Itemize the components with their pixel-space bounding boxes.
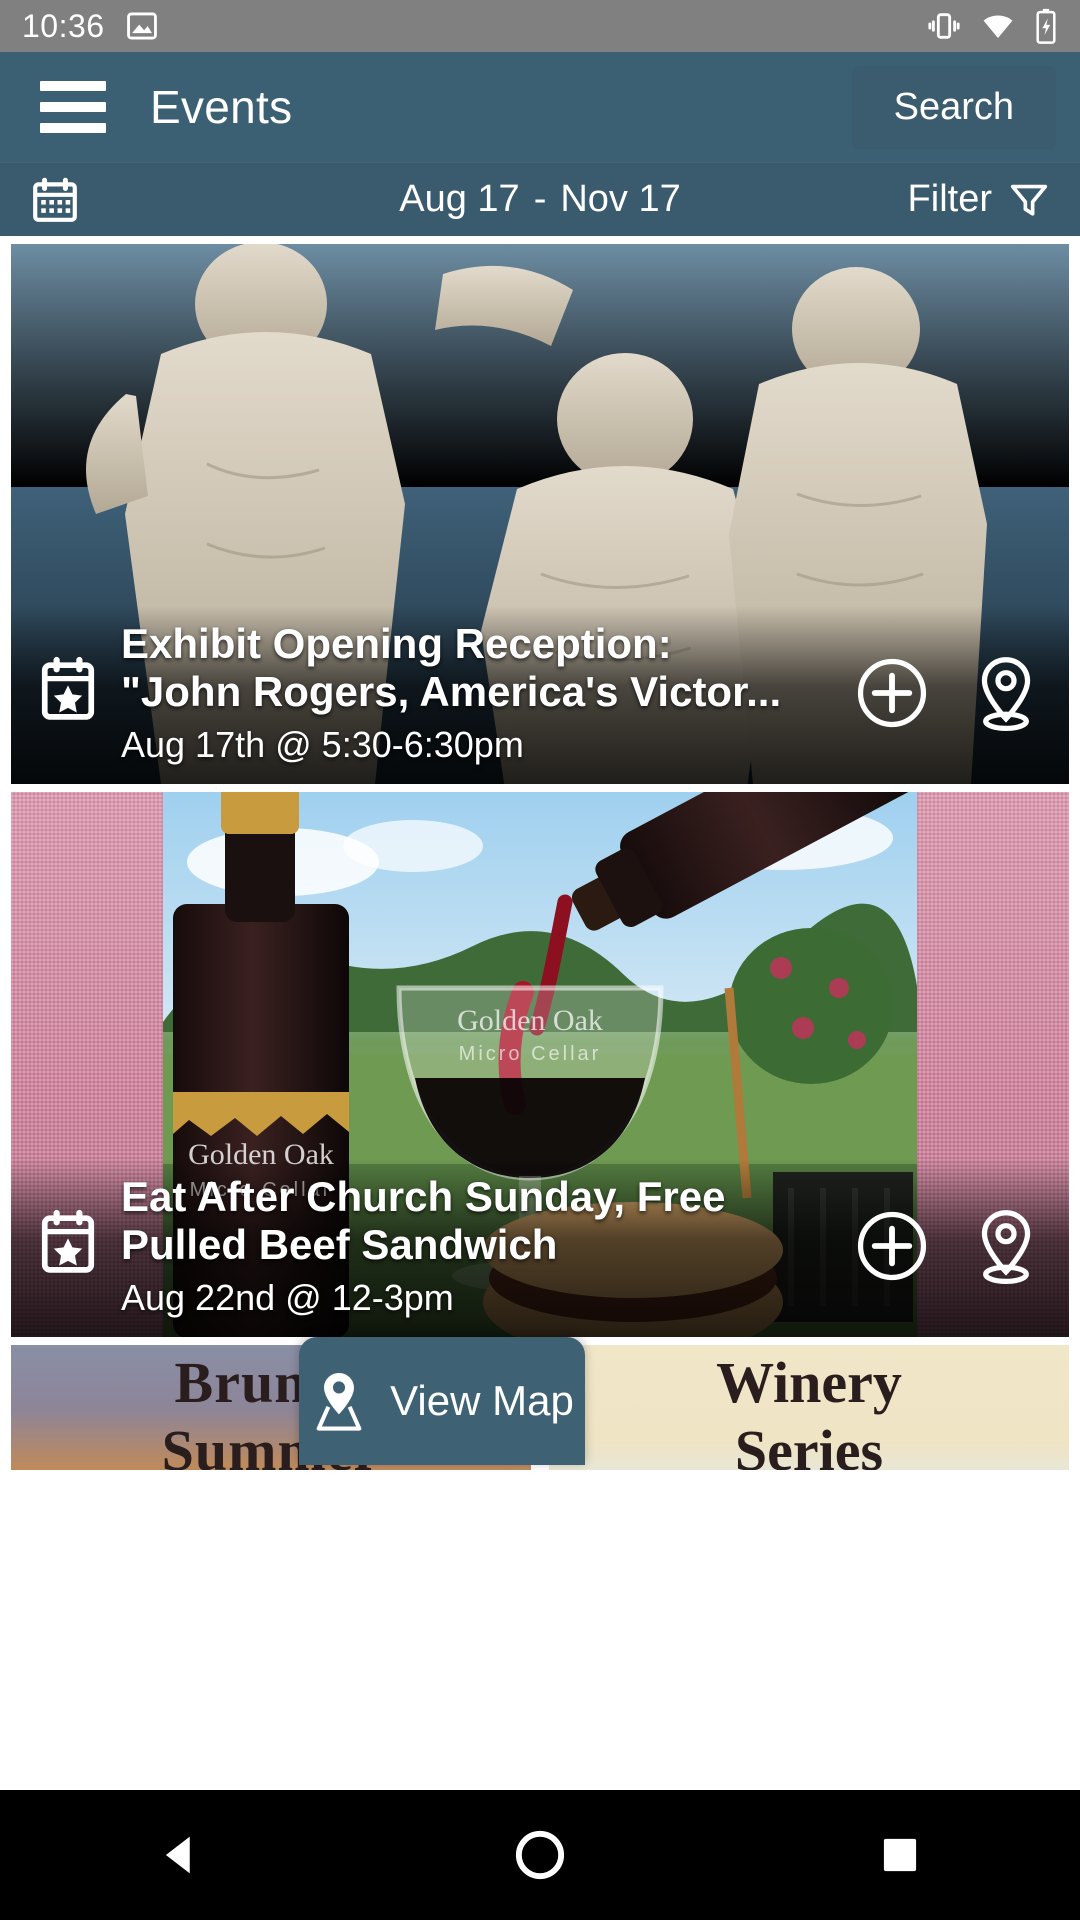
recents-square-icon[interactable]: [800, 1790, 1000, 1920]
event-actions: [829, 1206, 1043, 1286]
event-title-line-2: "John Rogers, America's Victor...: [121, 668, 782, 716]
plus-circle-icon[interactable]: [855, 1209, 929, 1283]
home-circle-icon[interactable]: [440, 1790, 640, 1920]
event-title: Exhibit Opening Reception: "John Rogers,…: [121, 620, 829, 716]
calendar-icon[interactable]: [28, 175, 82, 225]
view-map-button[interactable]: View Map: [299, 1337, 585, 1465]
funnel-icon: [1010, 184, 1048, 216]
filter-button[interactable]: Filter: [908, 177, 1052, 223]
filter-label: Filter: [907, 178, 992, 220]
vibrate-icon: [928, 13, 960, 39]
view-map-label: View Map: [390, 1377, 574, 1424]
svg-text:Micro Cellar: Micro Cellar: [459, 1043, 602, 1065]
image-icon: [126, 12, 157, 40]
poster-word-series: Series: [734, 1418, 884, 1470]
date-range-end: Nov 17: [560, 178, 681, 220]
back-triangle-icon[interactable]: [80, 1790, 280, 1920]
poster-word-winery: Winery: [716, 1350, 902, 1415]
event-title-line-1: Eat After Church Sunday, Free: [121, 1173, 726, 1221]
plus-circle-icon[interactable]: [855, 656, 929, 730]
status-notification-icons: [125, 9, 159, 43]
hamburger-menu-icon[interactable]: [40, 81, 106, 133]
event-title-line-1: Exhibit Opening Reception:: [121, 620, 672, 668]
svg-text:Golden Oak: Golden Oak: [457, 1004, 603, 1037]
event-info-overlay: Eat After Church Sunday, Free Pulled Bee…: [11, 1159, 1069, 1337]
event-actions: [829, 653, 1043, 733]
date-range-separator: -: [533, 178, 547, 220]
calendar-star-icon[interactable]: [37, 656, 99, 724]
event-title-line-2: Pulled Beef Sandwich: [121, 1221, 558, 1269]
map-pin-icon[interactable]: [969, 1206, 1043, 1286]
app-bar: Events Search: [0, 52, 1080, 162]
event-text: Eat After Church Sunday, Free Pulled Bee…: [121, 1173, 829, 1319]
system-navigation-bar: [0, 1790, 1080, 1920]
event-list[interactable]: Exhibit Opening Reception: "John Rogers,…: [0, 236, 1080, 1470]
calendar-star-icon[interactable]: [37, 1209, 99, 1277]
map-pin-icon[interactable]: [969, 653, 1043, 733]
battery-charging-icon: [1036, 8, 1056, 44]
event-image-right: Winery Series 11 & 25: [549, 1345, 1069, 1470]
date-filter-bar: Aug 17- Nov 17 Filter: [0, 162, 1080, 236]
status-system-icons: [926, 8, 1058, 44]
event-date: Aug 17th @ 5:30-6:30pm: [121, 724, 524, 765]
status-time: 10:36: [22, 7, 105, 44]
event-info-overlay: Exhibit Opening Reception: "John Rogers,…: [11, 606, 1069, 784]
event-card[interactable]: Exhibit Opening Reception: "John Rogers,…: [11, 244, 1069, 784]
page-title: Events: [150, 81, 293, 133]
event-card[interactable]: Golden Oak Micro Cellar Golden Oak Micro…: [11, 792, 1069, 1337]
events-screen: 10:36 Events Search Aug 17 - Nov 17 Filt…: [0, 0, 1080, 1920]
event-title: Eat After Church Sunday, Free Pulled Bee…: [121, 1173, 829, 1269]
date-range-start: Aug 17: [399, 178, 520, 220]
map-pin-icon: [316, 1372, 362, 1431]
event-date: Aug 22nd @ 12-3pm: [121, 1277, 454, 1318]
search-button[interactable]: Search: [851, 65, 1056, 149]
status-bar: 10:36: [0, 0, 1080, 52]
wifi-icon: [983, 15, 1013, 39]
event-text: Exhibit Opening Reception: "John Rogers,…: [121, 620, 829, 766]
